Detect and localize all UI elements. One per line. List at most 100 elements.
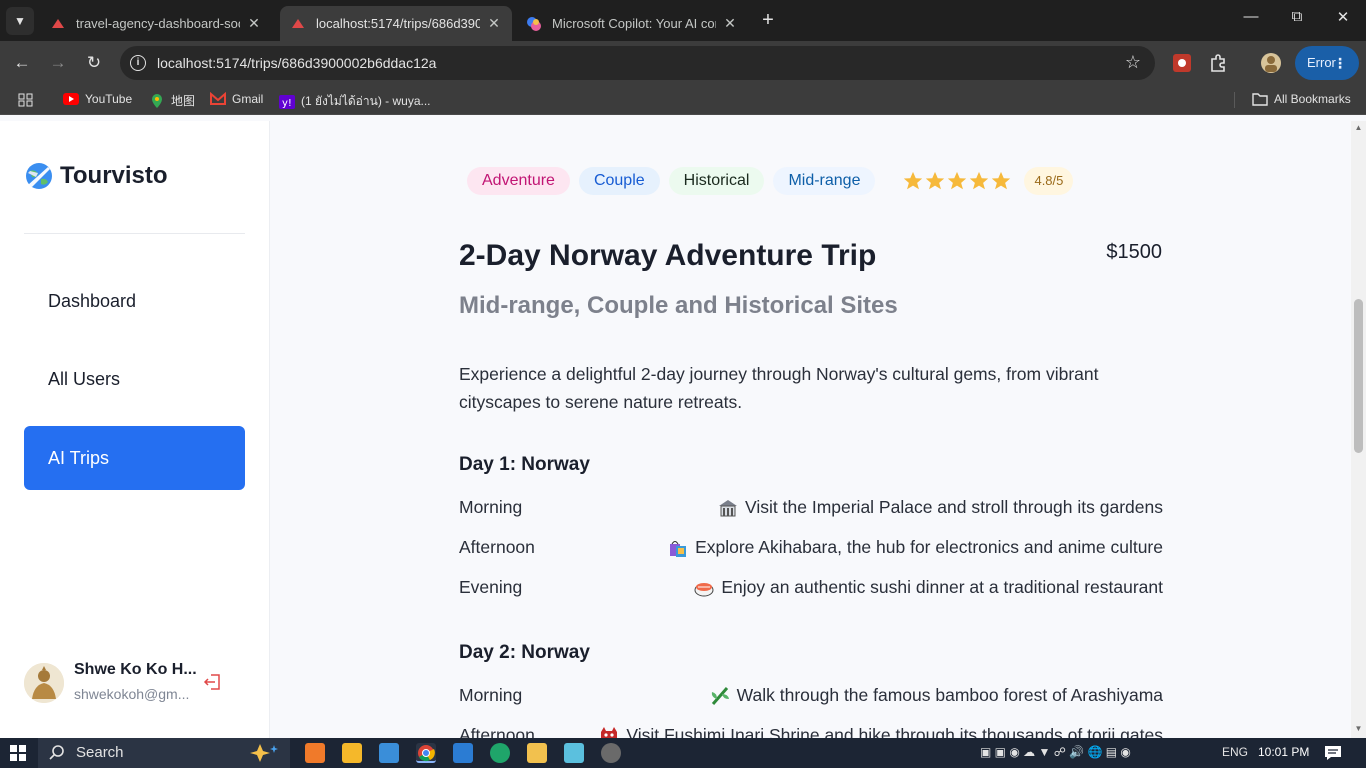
bookmark-label: All Bookmarks bbox=[1274, 92, 1351, 106]
activity-text: Visit the Imperial Palace and stroll thr… bbox=[745, 497, 1163, 517]
brand-logo[interactable]: Tourvisto bbox=[24, 161, 168, 191]
page-scrollbar[interactable]: ▲ ▼ bbox=[1351, 121, 1366, 738]
trip-subtitle: Mid-range, Couple and Historical Sites bbox=[459, 292, 898, 319]
time-of-day: Afternoon bbox=[459, 537, 535, 557]
file-explorer-icon[interactable] bbox=[527, 743, 547, 763]
sidebar-item-label: Dashboard bbox=[48, 291, 137, 311]
reload-icon[interactable]: ↻ bbox=[82, 51, 106, 75]
close-tab-icon[interactable]: ✕ bbox=[246, 15, 262, 32]
language-indicator[interactable]: ENG bbox=[1222, 745, 1248, 759]
trip-detail-main: Adventure Couple Historical Mid-range 4.… bbox=[270, 121, 1351, 738]
activity-text: Explore Akihabara, the hub for electroni… bbox=[695, 537, 1163, 557]
clock[interactable]: 10:01 PM bbox=[1258, 745, 1309, 759]
edge-app-icon[interactable] bbox=[490, 743, 510, 763]
vercel-icon bbox=[52, 18, 64, 28]
itinerary-row: Afternoon Visit Fushimi Inari Shrine and… bbox=[459, 725, 1163, 738]
star-icon bbox=[948, 171, 967, 190]
copilot-icon bbox=[527, 16, 541, 31]
divider bbox=[24, 233, 245, 234]
tab-travel-agency[interactable]: travel-agency-dashboard-sooty ✕ bbox=[40, 6, 272, 41]
restore-icon[interactable]: ⧉ bbox=[1285, 8, 1309, 25]
time-of-day: Morning bbox=[459, 497, 523, 517]
bookmark-label: (1 ยังไม่ได้อ่าน) - wuya... bbox=[301, 94, 431, 108]
taskbar-search[interactable]: Search bbox=[38, 738, 290, 768]
vscode-app-icon[interactable] bbox=[453, 743, 473, 763]
buddha-avatar-icon bbox=[24, 663, 64, 703]
tab-copilot[interactable]: Microsoft Copilot: Your AI companion ✕ bbox=[516, 6, 748, 41]
back-icon[interactable]: ← bbox=[10, 51, 34, 75]
remote-desktop-icon[interactable] bbox=[379, 743, 399, 763]
bookmark-gmail[interactable]: Gmail bbox=[210, 92, 263, 106]
search-placeholder: Search bbox=[76, 744, 124, 761]
bamboo-icon bbox=[711, 686, 729, 705]
sidebar-item-dashboard[interactable]: Dashboard bbox=[24, 269, 245, 333]
bookmark-yahoo[interactable]: y! (1 ยังไม่ได้อ่าน) - wuya... bbox=[279, 92, 431, 111]
windows-taskbar: Search ▣ ▣ ◉ ☁ ▼ ☍ 🔊 🌐 ▤ ◉ ENG 10:01 PM bbox=[0, 738, 1366, 768]
bookmarks-divider bbox=[1234, 92, 1235, 108]
tray-icons[interactable]: ▣ ▣ ◉ ☁ ▼ ☍ 🔊 🌐 ▤ ◉ bbox=[980, 745, 1131, 759]
vercel-icon bbox=[292, 18, 304, 28]
time-of-day: Evening bbox=[459, 577, 523, 597]
pinned-p-app-icon[interactable] bbox=[601, 743, 621, 763]
tab-search-button[interactable]: ▼ bbox=[6, 7, 34, 35]
day-title: Day 1: Norway bbox=[459, 454, 590, 475]
notepad-app-icon[interactable] bbox=[564, 743, 584, 763]
sidebar: Tourvisto Dashboard All Users AI Trips S… bbox=[0, 121, 270, 738]
minimize-icon[interactable]: — bbox=[1239, 8, 1263, 25]
address-url[interactable]: localhost:5174/trips/686d3900002b6ddac12… bbox=[157, 55, 436, 71]
extension-red-icon[interactable] bbox=[1171, 52, 1193, 74]
globe-airplane-icon bbox=[26, 163, 52, 189]
extensions-puzzle-icon[interactable] bbox=[1207, 52, 1229, 74]
time-of-day: Afternoon bbox=[459, 725, 535, 738]
activity: Visit the Imperial Palace and stroll thr… bbox=[717, 497, 1163, 518]
bookmark-star-icon[interactable]: ☆ bbox=[1125, 52, 1141, 73]
apps-grid-icon[interactable] bbox=[18, 93, 34, 107]
profile-avatar-icon[interactable] bbox=[1260, 52, 1282, 74]
oni-mask-icon bbox=[601, 726, 618, 738]
avatar[interactable] bbox=[24, 663, 64, 703]
logout-icon[interactable] bbox=[202, 671, 224, 693]
pinned-app-icon[interactable] bbox=[342, 743, 362, 763]
activity-text: Enjoy an authentic sushi dinner at a tra… bbox=[721, 577, 1163, 597]
youtube-icon bbox=[63, 93, 79, 105]
shopping-bag-icon bbox=[670, 540, 687, 557]
day-title: Day 2: Norway bbox=[459, 642, 590, 663]
site-info-icon[interactable]: i bbox=[130, 55, 146, 71]
activity-text: Walk through the famous bamboo forest of… bbox=[736, 685, 1163, 705]
sidebar-item-all-users[interactable]: All Users bbox=[24, 347, 245, 411]
activity-text: Visit Fushimi Inari Shrine and hike thro… bbox=[626, 725, 1163, 738]
close-tab-icon[interactable]: ✕ bbox=[486, 15, 502, 32]
scroll-down-icon[interactable]: ▼ bbox=[1354, 724, 1363, 733]
address-bar[interactable]: i localhost:5174/trips/686d3900002b6ddac… bbox=[120, 46, 1155, 80]
trip-title: 2-Day Norway Adventure Trip bbox=[459, 239, 877, 272]
profile-error-button[interactable]: Error ⋮ bbox=[1295, 46, 1359, 80]
bookmark-all[interactable]: All Bookmarks bbox=[1252, 92, 1351, 106]
windows-start-icon[interactable] bbox=[10, 745, 26, 761]
bookmark-youtube[interactable]: YouTube bbox=[63, 92, 132, 106]
chrome-app-icon[interactable] bbox=[416, 743, 436, 763]
bookmark-label: 地图 bbox=[171, 94, 196, 108]
search-icon bbox=[49, 745, 64, 760]
bookmark-label: YouTube bbox=[85, 92, 133, 106]
itinerary-row: Evening Enjoy an authentic sushi dinner … bbox=[459, 577, 1163, 601]
activity: Explore Akihabara, the hub for electroni… bbox=[667, 537, 1163, 558]
chrome-icon bbox=[418, 745, 435, 762]
sushi-icon bbox=[694, 582, 714, 596]
forward-icon[interactable]: → bbox=[46, 51, 70, 75]
sidebar-item-ai-trips[interactable]: AI Trips bbox=[24, 426, 245, 490]
tag-couple: Couple bbox=[578, 167, 660, 195]
close-tab-icon[interactable]: ✕ bbox=[722, 15, 738, 32]
tab-trip-details[interactable]: localhost:5174/trips/686d3900002b ✕ bbox=[280, 6, 512, 41]
trip-description: Experience a delightful 2-day journey th… bbox=[459, 364, 1099, 412]
bookmark-maps[interactable]: 地图 bbox=[149, 92, 195, 109]
new-tab-button[interactable]: + bbox=[757, 9, 779, 31]
scroll-up-icon[interactable]: ▲ bbox=[1354, 123, 1363, 132]
notification-icon[interactable] bbox=[1324, 745, 1342, 761]
xampp-app-icon[interactable] bbox=[305, 743, 325, 763]
more-menu-icon[interactable]: ⋮ bbox=[1333, 46, 1347, 80]
sidebar-item-label: All Users bbox=[48, 369, 121, 389]
scrollbar-thumb[interactable] bbox=[1354, 299, 1363, 453]
close-window-icon[interactable]: ✕ bbox=[1331, 8, 1355, 26]
star-icon bbox=[926, 171, 945, 190]
tab-title: Microsoft Copilot: Your AI companion bbox=[552, 16, 716, 31]
